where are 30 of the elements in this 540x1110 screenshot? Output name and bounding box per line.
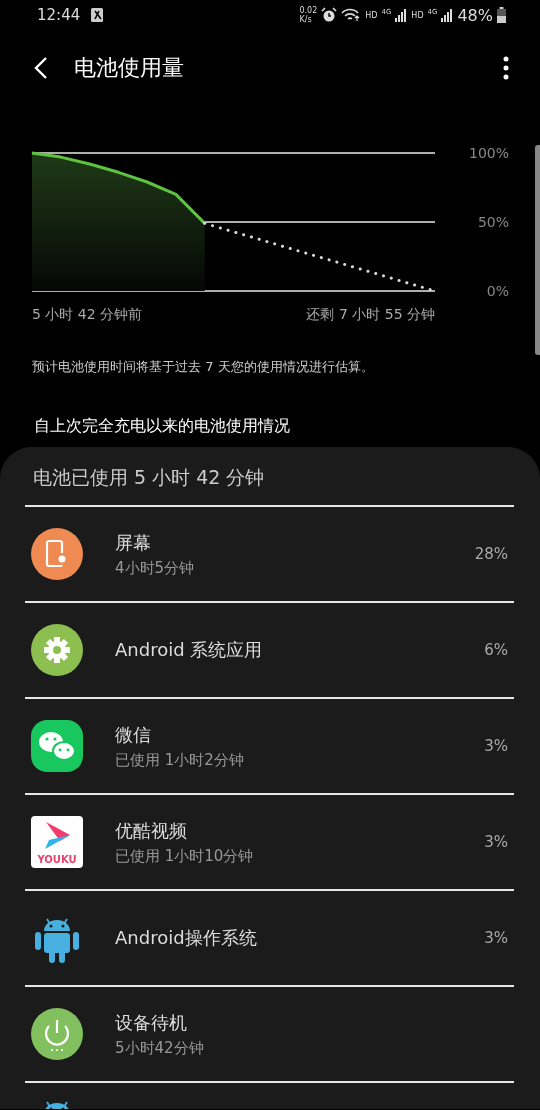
page-title: 电池使用量: [74, 53, 185, 82]
section-title: 自上次完全充电以来的电池使用情况: [34, 416, 291, 437]
usage-time: 已使用 1小时10分钟: [115, 846, 255, 866]
network-type-text: HD: [365, 10, 378, 20]
usage-time: 已使用 1小时2分钟: [115, 750, 245, 770]
usage-percent: 3%: [484, 833, 508, 851]
usage-time: 4小时5分钟: [115, 558, 196, 578]
network-type-text: HD: [411, 10, 424, 20]
clock-time: 12:44: [37, 6, 81, 24]
estimate-note: 预计电池使用时间将基于过去 7 天您的使用情况进行估算。: [32, 358, 375, 376]
app-name: Android操作系统: [115, 926, 258, 950]
usage-percent: 3%: [484, 737, 508, 755]
chart-end-label: 还剩 7 小时 55 分钟: [306, 306, 435, 324]
app-name: 微信: [115, 722, 152, 747]
usage-percent: 28%: [474, 545, 508, 563]
usage-percent: 3%: [484, 929, 508, 947]
youku-logo-icon: YOUKU: [31, 816, 83, 868]
network-speed-text: 0.02 K/s: [299, 6, 318, 24]
usage-time: 5小时42分钟: [115, 1038, 205, 1058]
y-axis-label: 100%: [468, 145, 509, 161]
app-name: 设备待机: [115, 1010, 188, 1035]
battery-percent-text: 48%: [457, 5, 493, 25]
chart-start-label: 5 小时 42 分钟前: [32, 306, 143, 324]
y-axis-label: 0%: [486, 283, 509, 299]
usage-title: 电池已使用 5 小时 42 分钟: [32, 465, 266, 490]
app-name: 优酷视频: [115, 818, 188, 843]
app-name: Android 系统应用: [115, 638, 264, 662]
y-axis-label: 50%: [477, 214, 509, 230]
app-name: 屏幕: [115, 530, 152, 555]
usage-percent: 6%: [484, 641, 508, 659]
